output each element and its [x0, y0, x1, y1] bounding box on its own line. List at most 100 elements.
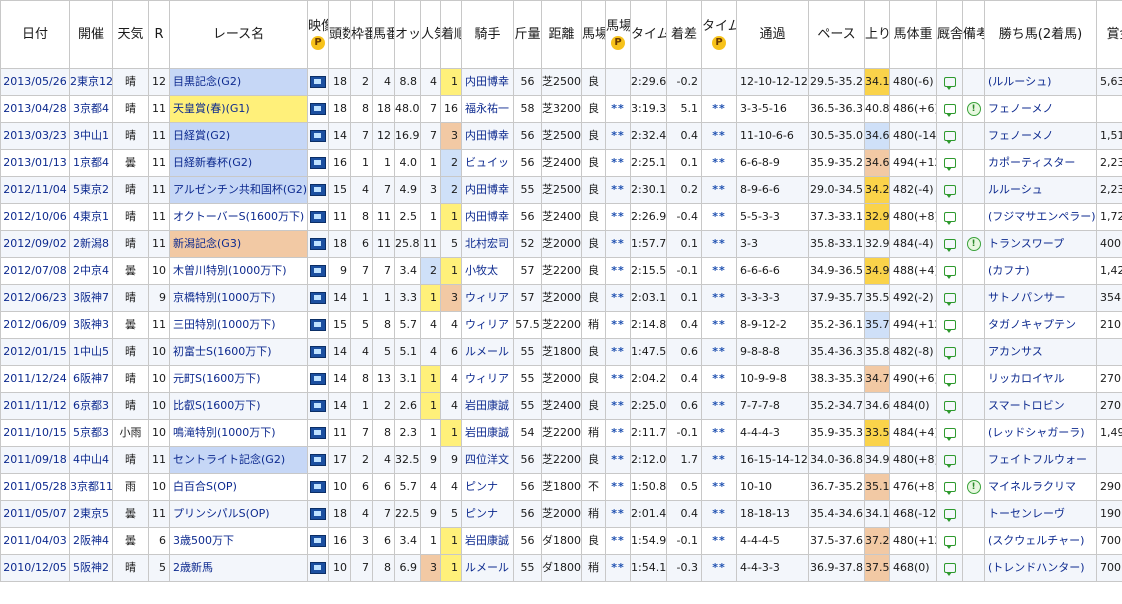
- header-weather[interactable]: 天気: [112, 0, 149, 69]
- race-name-link[interactable]: セントライト記念(G2): [169, 446, 308, 474]
- winner-link[interactable]: (フジマサエンペラー): [984, 203, 1097, 231]
- header-popularity[interactable]: 人気: [420, 0, 441, 69]
- winner-link[interactable]: フェイトフルウォー: [984, 446, 1097, 474]
- jockey-link[interactable]: ビュイッ: [461, 149, 514, 177]
- remark-icon[interactable]: !: [966, 102, 981, 116]
- race-date-link[interactable]: 2011/12/24: [0, 365, 70, 393]
- header-jockey[interactable]: 騎手: [461, 0, 514, 69]
- comment-icon[interactable]: [943, 320, 956, 333]
- video-icon[interactable]: [310, 508, 326, 520]
- winner-link[interactable]: フェノーメノ: [984, 95, 1097, 123]
- comment-icon[interactable]: [943, 374, 956, 387]
- header-winner[interactable]: 勝ち馬(2着馬): [984, 0, 1097, 69]
- header-finish[interactable]: 着順: [440, 0, 462, 69]
- winner-link[interactable]: トーセンレーヴ: [984, 500, 1097, 528]
- comment-icon[interactable]: [943, 131, 956, 144]
- video-icon[interactable]: [310, 562, 326, 574]
- video-icon[interactable]: [310, 184, 326, 196]
- jockey-link[interactable]: ピンナ: [461, 473, 514, 501]
- race-date-link[interactable]: 2012/06/09: [0, 311, 70, 339]
- winner-link[interactable]: カポーティスター: [984, 149, 1097, 177]
- venue-link[interactable]: 3阪神3: [69, 311, 113, 339]
- remark-icon[interactable]: !: [966, 480, 981, 494]
- winner-link[interactable]: タガノキャプテン: [984, 311, 1097, 339]
- header-remarks[interactable]: 備考: [962, 0, 985, 69]
- video-icon[interactable]: [310, 400, 326, 412]
- race-date-link[interactable]: 2012/07/08: [0, 257, 70, 285]
- race-name-link[interactable]: 3歳500万下: [169, 527, 308, 555]
- jockey-link[interactable]: 岩田康誠: [461, 419, 514, 447]
- venue-link[interactable]: 5阪神2: [69, 554, 113, 582]
- video-icon[interactable]: [310, 76, 326, 88]
- header-last3f[interactable]: 上り: [864, 0, 890, 69]
- race-date-link[interactable]: 2012/10/06: [0, 203, 70, 231]
- venue-link[interactable]: 3京都4: [69, 95, 113, 123]
- jockey-link[interactable]: ピンナ: [461, 500, 514, 528]
- header-pace[interactable]: ペース: [808, 0, 865, 69]
- comment-icon[interactable]: [943, 185, 956, 198]
- race-name-link[interactable]: 2歳新馬: [169, 554, 308, 582]
- header-venue[interactable]: 開催: [69, 0, 113, 69]
- race-date-link[interactable]: 2012/01/15: [0, 338, 70, 366]
- race-date-link[interactable]: 2011/09/18: [0, 446, 70, 474]
- premium-badge-icon[interactable]: P: [311, 36, 325, 50]
- comment-icon[interactable]: [943, 266, 956, 279]
- premium-badge-icon[interactable]: P: [712, 36, 726, 50]
- race-date-link[interactable]: 2011/11/12: [0, 392, 70, 420]
- winner-link[interactable]: リッカロイヤル: [984, 365, 1097, 393]
- jockey-link[interactable]: ウィリア: [461, 311, 514, 339]
- video-icon[interactable]: [310, 346, 326, 358]
- video-icon[interactable]: [310, 373, 326, 385]
- jockey-link[interactable]: 内田博幸: [461, 68, 514, 96]
- video-icon[interactable]: [310, 211, 326, 223]
- race-date-link[interactable]: 2011/04/03: [0, 527, 70, 555]
- video-icon[interactable]: [310, 535, 326, 547]
- remark-icon[interactable]: !: [966, 237, 981, 251]
- header-date[interactable]: 日付: [0, 0, 70, 69]
- comment-icon[interactable]: [943, 455, 956, 468]
- premium-badge-icon[interactable]: P: [611, 36, 625, 50]
- header-frame[interactable]: 枠番: [350, 0, 373, 69]
- venue-link[interactable]: 2東京5: [69, 500, 113, 528]
- venue-link[interactable]: 2阪神4: [69, 527, 113, 555]
- jockey-link[interactable]: ルメール: [461, 338, 514, 366]
- comment-icon[interactable]: [943, 212, 956, 225]
- comment-icon[interactable]: [943, 77, 956, 90]
- race-date-link[interactable]: 2013/01/13: [0, 149, 70, 177]
- venue-link[interactable]: 3京都11: [69, 473, 113, 501]
- race-name-link[interactable]: オクトーバーS(1600万下): [169, 203, 308, 231]
- header-heads[interactable]: 頭数: [328, 0, 351, 69]
- video-icon[interactable]: [310, 238, 326, 250]
- race-name-link[interactable]: 日経新春杯(G2): [169, 149, 308, 177]
- race-date-link[interactable]: 2011/05/07: [0, 500, 70, 528]
- comment-icon[interactable]: [943, 239, 956, 252]
- header-weight-carried[interactable]: 斤量: [513, 0, 542, 69]
- header-distance[interactable]: 距離: [541, 0, 582, 69]
- race-name-link[interactable]: アルゼンチン共和国杯(G2): [169, 176, 308, 204]
- header-time[interactable]: タイム: [630, 0, 667, 69]
- comment-icon[interactable]: [943, 104, 956, 117]
- jockey-link[interactable]: 内田博幸: [461, 122, 514, 150]
- jockey-link[interactable]: 内田博幸: [461, 176, 514, 204]
- jockey-link[interactable]: 福永祐一: [461, 95, 514, 123]
- jockey-link[interactable]: 岩田康誠: [461, 392, 514, 420]
- race-date-link[interactable]: 2012/09/02: [0, 230, 70, 258]
- video-icon[interactable]: [310, 454, 326, 466]
- race-date-link[interactable]: 2012/06/23: [0, 284, 70, 312]
- winner-link[interactable]: サトノパンサー: [984, 284, 1097, 312]
- race-date-link[interactable]: 2011/05/28: [0, 473, 70, 501]
- jockey-link[interactable]: ルメール: [461, 554, 514, 582]
- video-icon[interactable]: [310, 130, 326, 142]
- header-race-no[interactable]: R: [148, 0, 170, 69]
- race-name-link[interactable]: 元町S(1600万下): [169, 365, 308, 393]
- race-name-link[interactable]: 白百合S(OP): [169, 473, 308, 501]
- venue-link[interactable]: 1中山5: [69, 338, 113, 366]
- race-name-link[interactable]: 目黒記念(G2): [169, 68, 308, 96]
- race-name-link[interactable]: 京橋特別(1000万下): [169, 284, 308, 312]
- venue-link[interactable]: 6京都3: [69, 392, 113, 420]
- race-name-link[interactable]: プリンシパルS(OP): [169, 500, 308, 528]
- venue-link[interactable]: 1京都4: [69, 149, 113, 177]
- winner-link[interactable]: (レッドシャガーラ): [984, 419, 1097, 447]
- race-date-link[interactable]: 2011/10/15: [0, 419, 70, 447]
- video-icon[interactable]: [310, 319, 326, 331]
